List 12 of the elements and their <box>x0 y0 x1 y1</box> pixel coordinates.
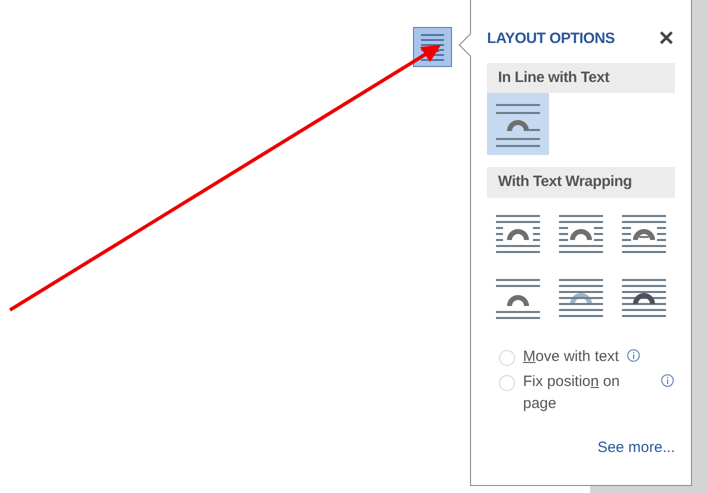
section-heading: In Line with Text <box>487 62 675 93</box>
info-icon[interactable] <box>626 348 640 362</box>
section-heading: With Text Wrapping <box>487 167 675 198</box>
close-button[interactable]: ✕ <box>658 29 675 50</box>
radio-button[interactable] <box>499 350 515 366</box>
see-more-link[interactable]: See more... <box>597 436 675 460</box>
wrap-option-button[interactable] <box>487 93 549 155</box>
info-icon[interactable] <box>661 374 674 388</box>
panel-title: LAYOUT OPTIONS <box>487 29 615 49</box>
radio-label: Fix position on page <box>523 372 621 414</box>
radio-button[interactable] <box>499 375 515 392</box>
radio-label: Move with text <box>523 346 619 366</box>
